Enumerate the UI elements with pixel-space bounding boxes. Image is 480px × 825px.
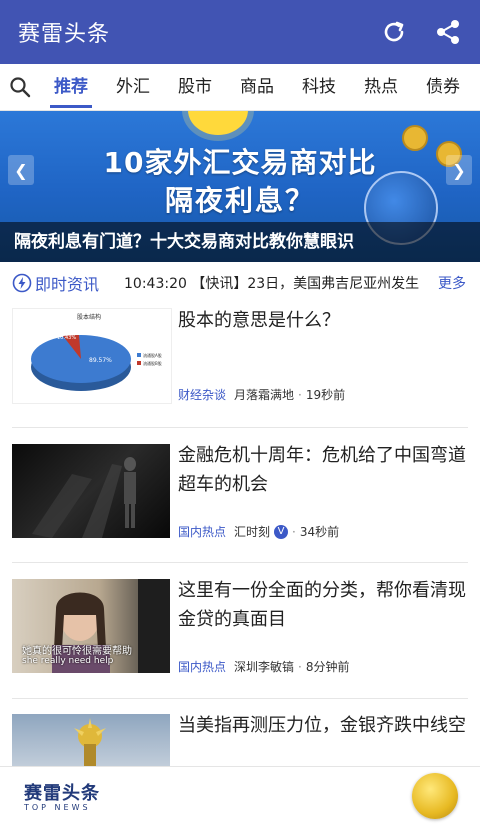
- video-subtitle-en: she really need help: [22, 656, 114, 666]
- meta-separator: ·: [298, 387, 302, 402]
- tab-forex[interactable]: 外汇: [102, 64, 164, 110]
- divider: [12, 427, 468, 428]
- ticker-text[interactable]: 10:43:20 【快讯】23日，美国弗吉尼亚州发生: [124, 273, 438, 293]
- meta-separator: ·: [292, 524, 296, 539]
- news-meta: 财经杂谈 月落霜满地 · 19秒前: [178, 386, 345, 403]
- bottom-bar: 赛雷头条 TOP NEWS: [0, 766, 480, 825]
- meta-separator: ·: [298, 659, 302, 674]
- refresh-icon[interactable]: [372, 10, 416, 54]
- brand-logo: 赛雷头条 TOP NEWS: [24, 779, 100, 812]
- news-category[interactable]: 财经杂谈: [178, 386, 226, 403]
- ticker-label-text: 即时资讯: [35, 275, 100, 294]
- news-headline[interactable]: 当美指再测压力位，金银齐跌中线空: [178, 711, 470, 740]
- next-arrow-icon[interactable]: ❯: [446, 155, 472, 185]
- logo-main: 赛雷头条: [24, 783, 100, 804]
- chart-legend-2: 流通股B股: [143, 360, 162, 366]
- news-time: 19秒前: [305, 388, 346, 402]
- news-time: 34秒前: [299, 525, 340, 539]
- tab-tech[interactable]: 科技: [288, 64, 350, 110]
- app-title: 赛雷头条: [18, 22, 111, 47]
- chart-legend-1: 流通股A股: [143, 352, 162, 358]
- app-bar: 赛雷头条: [0, 0, 480, 64]
- verified-badge-icon: V: [274, 524, 289, 539]
- chart-small-label: 10.43%: [57, 335, 76, 341]
- divider: [12, 698, 468, 699]
- news-author: 汇时刻: [234, 525, 271, 539]
- chart-title: 股本结构: [77, 313, 101, 321]
- ticker-label: 即时资讯: [12, 271, 124, 295]
- prev-arrow-icon[interactable]: ❮: [8, 155, 34, 185]
- news-item[interactable]: 金融危机十周年：危机给了中国弯道超车的机会 国内热点 汇时刻 V · 34秒前: [0, 441, 480, 551]
- news-thumbnail: [12, 444, 170, 538]
- tab-stocks[interactable]: 股市: [164, 64, 226, 110]
- banner-caption: 隔夜利息有门道？十大交易商对比教你慧眼识: [14, 232, 354, 252]
- tab-recommend[interactable]: 推荐: [40, 64, 102, 110]
- featured-banner[interactable]: 10家外汇交易商对比 隔夜利息？ ❮ ❯ 隔夜利息有门道？十大交易商对比教你慧眼…: [0, 111, 480, 262]
- video-subtitle-cn: 她真的很可怜很需要帮助: [22, 646, 132, 657]
- news-meta: 国内热点 深圳李敏镐 · 8分钟前: [178, 658, 350, 675]
- more-link[interactable]: 更多: [438, 273, 466, 293]
- share-icon[interactable]: [426, 10, 470, 54]
- news-headline[interactable]: 股本的意思是什么？: [178, 306, 470, 335]
- news-author: 月落霜满地: [234, 388, 295, 402]
- news-category[interactable]: 国内热点: [178, 658, 226, 675]
- tab-hot[interactable]: 热点: [350, 64, 412, 110]
- category-tabs: 推荐 外汇 股市 商品 科技 热点 债券: [0, 64, 480, 111]
- news-category[interactable]: 国内热点: [178, 523, 226, 540]
- news-author: 深圳李敏镐: [234, 660, 295, 674]
- news-thumbnail: [12, 714, 170, 766]
- news-headline[interactable]: 这里有一份全面的分类，帮你看清现金贷的真面目: [178, 576, 470, 634]
- news-item[interactable]: 当美指再测压力位，金银齐跌中线空: [0, 711, 480, 766]
- chart-big-label: 89.57%: [89, 357, 112, 364]
- tab-bonds[interactable]: 债券: [412, 64, 474, 110]
- gold-coin-button[interactable]: [412, 773, 458, 819]
- sun-graphic: [188, 111, 248, 135]
- divider: [12, 562, 468, 563]
- news-thumbnail: 她真的很可怜很需要帮助 she really need help: [12, 579, 170, 673]
- logo-sub: TOP NEWS: [24, 803, 91, 812]
- banner-headline-line2: 隔夜利息？: [164, 184, 315, 217]
- search-icon[interactable]: [0, 76, 40, 98]
- news-meta: 国内热点 汇时刻 V · 34秒前: [178, 523, 339, 540]
- news-headline[interactable]: 金融危机十周年：危机给了中国弯道超车的机会: [178, 441, 470, 499]
- news-item[interactable]: 她真的很可怜很需要帮助 she really need help 这里有一份全面…: [0, 576, 480, 686]
- news-time: 8分钟前: [305, 660, 350, 674]
- lightning-icon: [12, 273, 32, 293]
- banner-headline-line1: 10家外汇交易商对比: [103, 146, 377, 179]
- tab-commodities[interactable]: 商品: [226, 64, 288, 110]
- news-thumbnail: 股本结构 89.57% 10.43% 流通股A股 流通股B股: [12, 308, 172, 404]
- news-item[interactable]: 股本结构 89.57% 10.43% 流通股A股 流通股B股 股本的意思是什么？…: [0, 306, 480, 426]
- news-ticker[interactable]: 即时资讯 10:43:20 【快讯】23日，美国弗吉尼亚州发生 更多: [0, 262, 480, 304]
